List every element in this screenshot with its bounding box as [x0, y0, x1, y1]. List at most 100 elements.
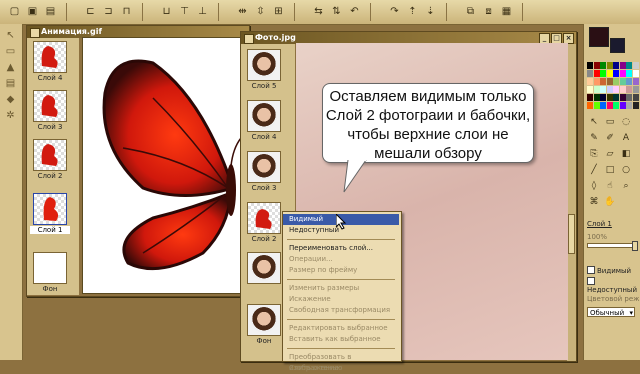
palette-swatch[interactable] [606, 86, 613, 93]
ellipse-tool-icon[interactable]: ○ [620, 164, 632, 176]
ungroup-icon[interactable]: ⧈ [482, 5, 495, 18]
pointer-tool-icon[interactable]: ↖ [588, 116, 600, 128]
palette-swatch[interactable] [626, 102, 632, 109]
palette-swatch[interactable] [632, 86, 639, 93]
palette-swatch[interactable] [632, 94, 639, 101]
pointer-tool-icon[interactable]: ↖ [4, 30, 17, 43]
palette-swatch[interactable] [593, 86, 600, 93]
hand-tool-icon[interactable]: ✋ [604, 196, 616, 208]
opacity-slider[interactable] [587, 241, 638, 251]
new-file-icon[interactable]: ▢ [8, 5, 21, 18]
grid-icon[interactable]: ▦ [500, 5, 513, 18]
scrollbar-thumb[interactable] [568, 214, 575, 254]
open-folder-icon[interactable]: ▣ [26, 5, 39, 18]
layer-name-field[interactable]: Слой 1 [587, 220, 612, 228]
palette-swatch[interactable] [600, 78, 606, 85]
rectangle-tool-icon[interactable]: □ [604, 164, 616, 176]
same-size-icon[interactable]: ⊞ [272, 5, 285, 18]
palette-swatch[interactable] [619, 62, 626, 69]
palette-swatch[interactable] [587, 62, 593, 69]
flip-h-icon[interactable]: ⇆ [312, 5, 325, 18]
palette-swatch[interactable] [613, 62, 619, 69]
rotate-right-icon[interactable]: ↷ [388, 5, 401, 18]
secondary-color-swatch[interactable] [610, 38, 625, 53]
align-right-icon[interactable]: ⊓ [120, 5, 133, 18]
drop-tool-icon[interactable]: ◊ [588, 180, 600, 192]
palette-swatch[interactable] [626, 94, 632, 101]
palette-swatch[interactable] [626, 86, 632, 93]
palette-swatch[interactable] [613, 78, 619, 85]
palette-swatch[interactable] [587, 70, 593, 77]
palette-swatch[interactable] [606, 102, 613, 109]
align-bottom-icon[interactable]: ⊥ [196, 5, 209, 18]
eyedropper-tool-icon[interactable]: ✎ [588, 132, 600, 144]
marquee-tool-icon[interactable]: ▭ [604, 116, 616, 128]
palette-swatch[interactable] [613, 70, 619, 77]
layer-item[interactable]: Слой 1 [30, 193, 80, 234]
palette-swatch[interactable] [593, 94, 600, 101]
palette-swatch[interactable] [619, 94, 626, 101]
animation-tool-icon[interactable]: ◆ [4, 94, 17, 107]
palette-swatch[interactable] [587, 78, 593, 85]
palette-swatch[interactable] [619, 70, 626, 77]
save-icon[interactable]: ▤ [44, 5, 57, 18]
layer-tool-icon[interactable]: ▤ [4, 78, 17, 91]
palette-swatch[interactable] [606, 62, 613, 69]
palette-swatch[interactable] [600, 62, 606, 69]
palette-swatch[interactable] [619, 86, 626, 93]
clone-tool-icon[interactable]: ⎘ [588, 148, 600, 160]
zoom-tool-icon[interactable]: ⌕ [620, 180, 632, 192]
visible-checkbox[interactable]: Видимый [587, 266, 631, 275]
layer-item[interactable]: Слой 3 [30, 90, 80, 131]
layer-item[interactable]: Слой 4 [30, 41, 80, 82]
palette-swatch[interactable] [632, 70, 639, 77]
eraser-tool-icon[interactable]: ▱ [604, 148, 616, 160]
palette-swatch[interactable] [587, 102, 593, 109]
palette-swatch[interactable] [587, 86, 593, 93]
lasso-tool-icon[interactable]: ◌ [620, 116, 632, 128]
palette-swatch[interactable] [606, 70, 613, 77]
palette-swatch[interactable] [587, 94, 593, 101]
palette-swatch[interactable] [593, 78, 600, 85]
palette-swatch[interactable] [593, 102, 600, 109]
line-tool-icon[interactable]: ╱ [588, 164, 600, 176]
disabled-checkbox[interactable]: Недоступный [587, 277, 640, 294]
bring-front-icon[interactable]: ⇡ [406, 5, 419, 18]
opacity-slider-handle[interactable] [632, 241, 638, 251]
palette-swatch[interactable] [600, 94, 606, 101]
align-middle-icon[interactable]: ⊤ [178, 5, 191, 18]
text-tool-icon[interactable]: A [620, 132, 632, 144]
palette-swatch[interactable] [619, 102, 626, 109]
color-palette[interactable] [587, 62, 639, 112]
rotate-left-icon[interactable]: ↶ [348, 5, 361, 18]
primary-color-swatch[interactable] [589, 27, 609, 47]
send-back-icon[interactable]: ⇣ [424, 5, 437, 18]
palette-swatch[interactable] [613, 102, 619, 109]
palette-swatch[interactable] [632, 62, 639, 69]
warp-tool-icon[interactable]: ⌘ [588, 196, 600, 208]
distribute-v-icon[interactable]: ⇳ [254, 5, 267, 18]
palette-swatch[interactable] [600, 70, 606, 77]
palette-swatch[interactable] [613, 86, 619, 93]
smudge-tool-icon[interactable]: ☝ [604, 180, 616, 192]
palette-swatch[interactable] [626, 70, 632, 77]
align-left-icon[interactable]: ⊏ [84, 5, 97, 18]
effects-tool-icon[interactable]: ✲ [4, 110, 17, 123]
palette-swatch[interactable] [593, 62, 600, 69]
align-center-icon[interactable]: ⊐ [102, 5, 115, 18]
animation-canvas[interactable] [82, 37, 244, 294]
palette-swatch[interactable] [606, 94, 613, 101]
distribute-h-icon[interactable]: ⇹ [236, 5, 249, 18]
palette-swatch[interactable] [626, 62, 632, 69]
palette-swatch[interactable] [606, 78, 613, 85]
brush-tool-icon[interactable]: ✐ [604, 132, 616, 144]
layer-item[interactable]: Слой 4 [244, 100, 294, 141]
menu-item[interactable]: Переименовать слой... [283, 243, 399, 254]
fill-tool-icon[interactable]: ◧ [620, 148, 632, 160]
layer-item[interactable]: Слой 2 [30, 139, 80, 180]
palette-swatch[interactable] [600, 86, 606, 93]
layer-item[interactable]: Слой 3 [244, 151, 294, 192]
palette-swatch[interactable] [632, 78, 639, 85]
shape-tool-icon[interactable]: ▲ [4, 62, 17, 75]
layer-item[interactable]: Фон [30, 252, 80, 293]
